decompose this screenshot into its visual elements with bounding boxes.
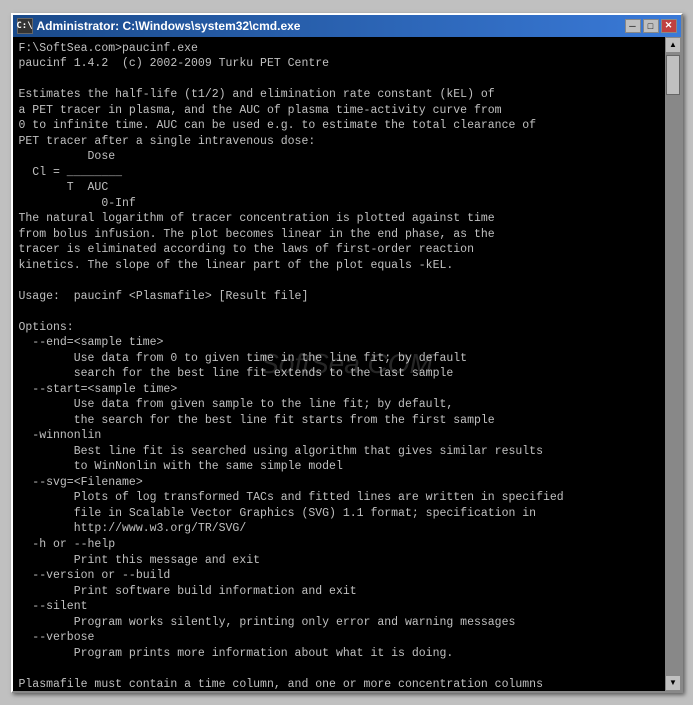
console-area: F:\SoftSea.com>paucinf.exe paucinf 1.4.2… [13, 37, 681, 691]
title-bar-buttons: ─ □ ✕ [625, 19, 677, 33]
title-bar: C:\ Administrator: C:\Windows\system32\c… [13, 15, 681, 37]
console-output[interactable]: F:\SoftSea.com>paucinf.exe paucinf 1.4.2… [13, 37, 665, 691]
window-title: Administrator: C:\Windows\system32\cmd.e… [37, 19, 301, 33]
maximize-button[interactable]: □ [643, 19, 659, 33]
minimize-button[interactable]: ─ [625, 19, 641, 33]
scroll-track[interactable] [666, 53, 681, 675]
scroll-down-button[interactable]: ▼ [665, 675, 681, 691]
scroll-up-button[interactable]: ▲ [665, 37, 681, 53]
title-bar-left: C:\ Administrator: C:\Windows\system32\c… [17, 18, 301, 34]
close-button[interactable]: ✕ [661, 19, 677, 33]
cmd-icon: C:\ [17, 18, 33, 34]
scrollbar[interactable]: ▲ ▼ [665, 37, 681, 691]
cmd-window: C:\ Administrator: C:\Windows\system32\c… [11, 13, 683, 693]
scroll-thumb[interactable] [666, 55, 680, 95]
